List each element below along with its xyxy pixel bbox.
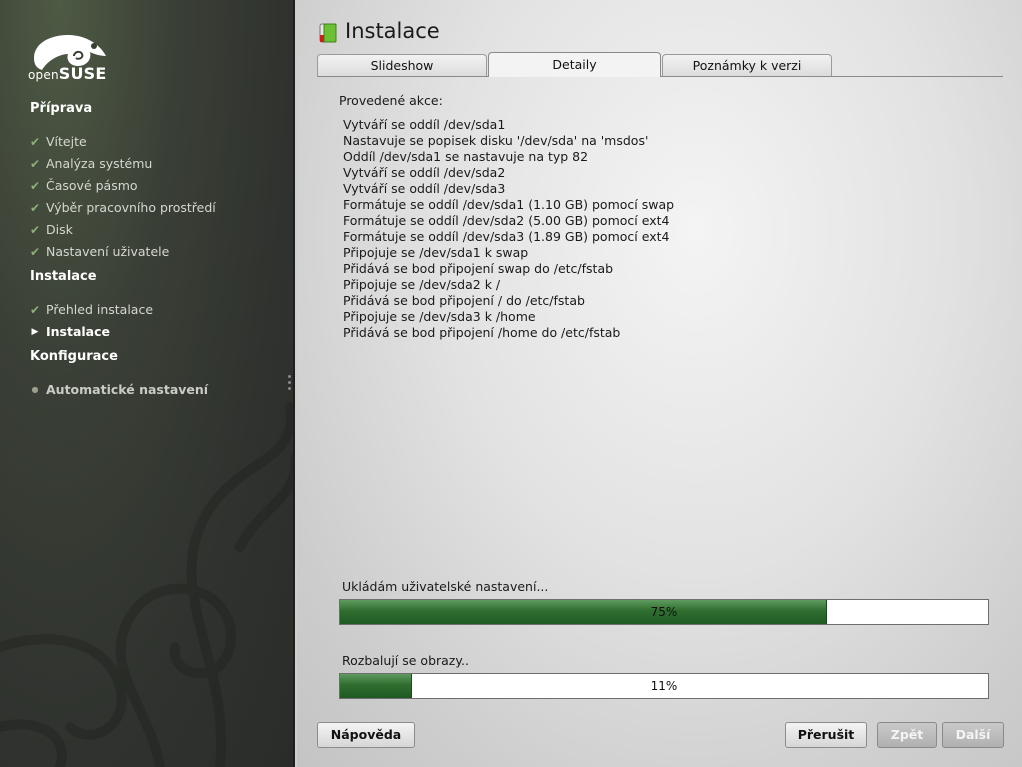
step-label: Automatické nastavení bbox=[46, 382, 209, 397]
step-instalace: ▶ Instalace bbox=[28, 324, 110, 339]
log-line: Přidává se bod připojení / do /etc/fstab bbox=[343, 293, 585, 308]
step-nastaveni-uzivatele: ✔ Nastavení uživatele bbox=[28, 244, 169, 259]
step-automaticke-nastaveni: ● Automatické nastavení bbox=[28, 382, 209, 397]
check-icon: ✔ bbox=[29, 244, 41, 259]
page-title: Instalace bbox=[345, 19, 440, 43]
step-label: Přehled instalace bbox=[46, 302, 154, 317]
log-line: Přidává se bod připojení swap do /etc/fs… bbox=[343, 261, 614, 276]
step-label: Vítejte bbox=[46, 134, 87, 149]
main-panel: Instalace Slideshow Detaily Poznámky k v… bbox=[297, 0, 1022, 767]
check-icon: ✔ bbox=[29, 178, 41, 193]
progress-percent: 75% bbox=[650, 605, 678, 619]
step-vitejte: ✔ Vítejte bbox=[28, 134, 87, 149]
abort-button[interactable]: Přerušit bbox=[785, 722, 867, 748]
check-icon: ✔ bbox=[29, 200, 41, 215]
step-label: Instalace bbox=[46, 324, 111, 339]
brand-suse: SUSE bbox=[58, 64, 107, 83]
log-line: Formátuje se oddíl /dev/sda2 (5.00 GB) p… bbox=[343, 213, 670, 228]
log-line: Formátuje se oddíl /dev/sda3 (1.89 GB) p… bbox=[343, 229, 670, 244]
section-title-konfigurace: Konfigurace bbox=[30, 349, 118, 364]
log-line: Oddíl /dev/sda1 se nastavuje na typ 82 bbox=[343, 149, 589, 164]
check-icon: ✔ bbox=[29, 134, 41, 149]
section-title-priprava: Příprava bbox=[30, 101, 93, 116]
decorative-swirl bbox=[0, 402, 295, 767]
log-line: Vytváří se oddíl /dev/sda1 bbox=[343, 117, 506, 132]
sidebar: openSUSE Příprava ✔ Vítejte ✔ Analýza syst… bbox=[0, 0, 295, 767]
bullet-icon: ● bbox=[31, 385, 39, 394]
log-line: Nastavuje se popisek disku '/dev/sda' na… bbox=[343, 133, 649, 148]
section-title-instalace: Instalace bbox=[30, 269, 97, 284]
back-button[interactable]: Zpět bbox=[877, 722, 937, 748]
check-icon: ✔ bbox=[29, 156, 41, 171]
progress-percent: 11% bbox=[650, 679, 678, 693]
progress-bar-settings: 75% bbox=[339, 599, 989, 625]
sidebar-divider bbox=[293, 0, 295, 767]
log-line: Přidává se bod připojení /home do /etc/f… bbox=[343, 325, 621, 340]
actions-log: Vytváří se oddíl /dev/sda1 Nastavuje se … bbox=[343, 117, 674, 341]
progress-bar-images: 11% bbox=[339, 673, 989, 699]
log-line: Připojuje se /dev/sda1 k swap bbox=[343, 245, 529, 260]
progress-label-settings: Ukládám uživatelské nastavení... bbox=[342, 579, 549, 594]
check-icon: ✔ bbox=[29, 222, 41, 237]
log-line: Vytváří se oddíl /dev/sda3 bbox=[343, 181, 506, 196]
step-label: Disk bbox=[46, 222, 73, 237]
resize-grip-icon[interactable] bbox=[288, 375, 291, 395]
step-analyza-systemu: ✔ Analýza systému bbox=[28, 156, 152, 171]
brand-wordmark: openSUSE bbox=[28, 64, 107, 83]
help-button[interactable]: Nápověda bbox=[317, 722, 415, 748]
tab-poznamky-k-verzi[interactable]: Poznámky k verzi bbox=[662, 54, 832, 76]
actions-heading: Provedené akce: bbox=[339, 93, 443, 108]
tab-slideshow[interactable]: Slideshow bbox=[317, 54, 487, 76]
step-label: Výběr pracovního prostředí bbox=[46, 200, 216, 215]
progress-label-images: Rozbalují se obrazy.. bbox=[342, 653, 469, 668]
log-line: Vytváří se oddíl /dev/sda2 bbox=[343, 165, 506, 180]
step-label: Nastavení uživatele bbox=[46, 244, 170, 259]
step-casove-pasmo: ✔ Časové pásmo bbox=[28, 178, 138, 193]
log-line: Připojuje se /dev/sda3 k /home bbox=[343, 309, 536, 324]
brand-open: open bbox=[28, 68, 59, 82]
step-label: Časové pásmo bbox=[46, 178, 138, 193]
next-button[interactable]: Další bbox=[942, 722, 1004, 748]
check-icon: ✔ bbox=[29, 302, 41, 317]
arrow-right-icon: ▶ bbox=[31, 326, 39, 337]
step-vyber-prostredi: ✔ Výběr pracovního prostředí bbox=[28, 200, 216, 215]
step-label: Analýza systému bbox=[46, 156, 153, 171]
log-line: Připojuje se /dev/sda2 k / bbox=[343, 277, 501, 292]
tab-bar: Slideshow Detaily Poznámky k verzi bbox=[317, 52, 1003, 77]
installation-icon bbox=[319, 23, 337, 43]
tab-detaily[interactable]: Detaily bbox=[488, 52, 661, 77]
log-line: Formátuje se oddíl /dev/sda1 (1.10 GB) p… bbox=[343, 197, 675, 212]
step-disk: ✔ Disk bbox=[28, 222, 73, 237]
step-prehled-instalace: ✔ Přehled instalace bbox=[28, 302, 153, 317]
